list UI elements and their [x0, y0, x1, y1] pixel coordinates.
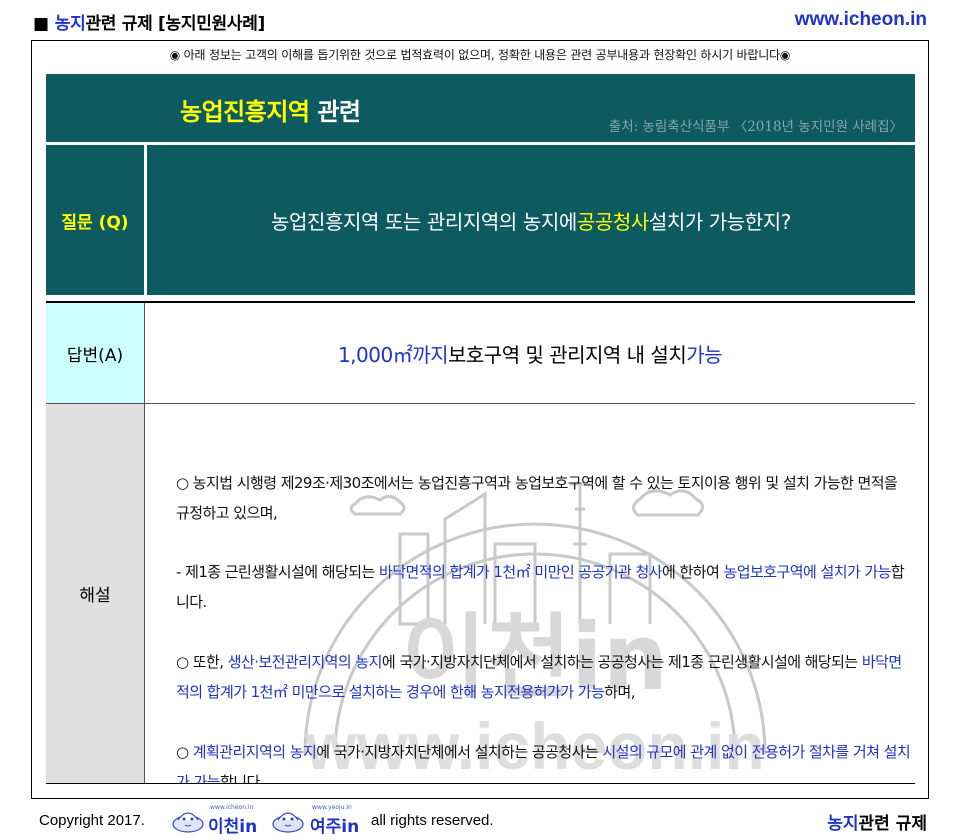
text-segment: ○ 또한, [176, 653, 228, 671]
answer-text: 1,000㎡까지 보호구역 및 관리지역 내 설치 가능 [145, 303, 915, 403]
topic-title-rest: 관련 [309, 98, 361, 126]
explanation-paragraph-1: ○ 농지법 시행령 제29조·제30조에서는 농업진흥구역과 농업보호구역에 할… [176, 474, 898, 522]
text-segment: 합니다. [219, 773, 265, 783]
text-highlight: 바닥면적의 합계가 1천㎡ 미만인 공공기관 청사 [378, 563, 663, 581]
site-url-link[interactable]: www.icheon.in [795, 9, 927, 31]
logo-name: 여주in [310, 817, 360, 837]
explanation-paragraph-2: - 제1종 근린생활시설에 해당되는 바닥면적의 합계가 1천㎡ 미만인 공공기… [176, 557, 911, 617]
text-segment: ○ [176, 743, 193, 761]
explanation-body: 이천in www.icheon.in ○ 농지법 시행령 제29조·제30조에서… [145, 404, 915, 783]
explanation-row: 해설 이천in www.icheon.in ○ 농지법 시행령 제29조·제30… [46, 404, 915, 783]
question-row: 질문 (Q) 농업진흥지역 또는 관리지역의 농지에 공공청사 설치가 가능한지… [46, 145, 915, 295]
question-text-after: 설치가 가능한지? [648, 209, 792, 234]
logo-url: www.yeoju.in [312, 804, 352, 811]
title-highlight: 농지 [54, 14, 86, 34]
rights-text: all rights reserved. [371, 812, 494, 829]
explanation-label: 해설 [46, 404, 145, 783]
topic-title-highlight: 농업진흥지역 [180, 98, 310, 126]
text-segment: 하며, [604, 683, 635, 701]
text-segment: 에 한하여 [662, 563, 724, 581]
logo-url: www.icheon.in [210, 804, 254, 811]
icheon-logo[interactable]: www.icheon.in 이천in [170, 804, 260, 837]
footer-category-highlight: 농지 [827, 814, 859, 834]
title-rest: 관련 규제 [농지민원사례] [85, 14, 266, 34]
page-header: ■ 농지관련 규제 [농지민원사례] www.icheon.in [0, 0, 960, 40]
topic-title-bar: 농업진흥지역 관련 출처: 농림축산식품부 〈2018년 농지민원 사례집〉 [46, 74, 915, 142]
question-text: 농업진흥지역 또는 관리지역의 농지에 공공청사 설치가 가능한지? [147, 145, 915, 295]
answer-row: 답변(A) 1,000㎡까지 보호구역 및 관리지역 내 설치 가능 [46, 303, 915, 403]
divider [46, 783, 915, 784]
logo-name: 이천in [208, 817, 258, 837]
copyright-text: Copyright 2017. [39, 812, 145, 829]
question-text-before: 농업진흥지역 또는 관리지역의 농지에 [270, 209, 577, 234]
topic-title: 농업진흥지역 관련 [180, 92, 361, 127]
answer-label: 답변(A) [46, 303, 145, 403]
text-segment: 에 국가·지방자치단체에서 설치하는 공공청사는 제1종 근린생활시설에 해당되… [381, 653, 862, 671]
content-frame: ◉ 아래 정보는 고객의 이해를 돕기위한 것으로 법적효력이 없으며, 정확한… [31, 40, 929, 799]
source-citation: 출처: 농림축산식품부 〈2018년 농지민원 사례집〉 [608, 119, 903, 135]
text-highlight: 생산·보전관리지역의 농지 [227, 653, 383, 671]
text-segment: - 제1종 근린생활시설에 해당되는 [176, 563, 379, 581]
mascot-icon [172, 812, 204, 833]
explanation-paragraph-3: ○ 또한, 생산·보전관리지역의 농지에 국가·지방자치단체에서 설치하는 공공… [176, 647, 911, 707]
text-segment: 에 국가·지방자치단체에서 설치하는 공공청사는 [316, 743, 603, 761]
text-highlight: 계획관리지역의 농지 [192, 743, 317, 761]
yeoju-logo[interactable]: www.yeoju.in 여주in [270, 804, 365, 837]
square-bullet-icon: ■ [33, 14, 49, 34]
answer-possible: 가능 [686, 342, 723, 367]
text-highlight: 농업보호구역에 설치가 가능 [723, 563, 891, 581]
answer-area-limit: 1,000㎡까지 [337, 342, 449, 367]
answer-text-middle: 보호구역 및 관리지역 내 설치 [448, 342, 687, 367]
page-footer: Copyright 2017. www.icheon.in 이천in www.y… [0, 800, 960, 840]
footer-category-rest: 관련 규제 [858, 814, 927, 834]
question-label: 질문 (Q) [46, 145, 144, 295]
question-text-highlight: 공공청사 [576, 209, 649, 234]
page-title: ■ 농지관련 규제 [농지민원사례] [33, 9, 265, 34]
mascot-icon [272, 812, 304, 833]
explanation-paragraph-4: ○ 계획관리지역의 농지에 국가·지방자치단체에서 설치하는 공공청사는 시설의… [176, 737, 911, 783]
footer-category: 농지관련 규제 [827, 809, 927, 834]
disclaimer-notice: ◉ 아래 정보는 고객의 이해를 돕기위한 것으로 법적효력이 없으며, 정확한… [169, 48, 791, 62]
